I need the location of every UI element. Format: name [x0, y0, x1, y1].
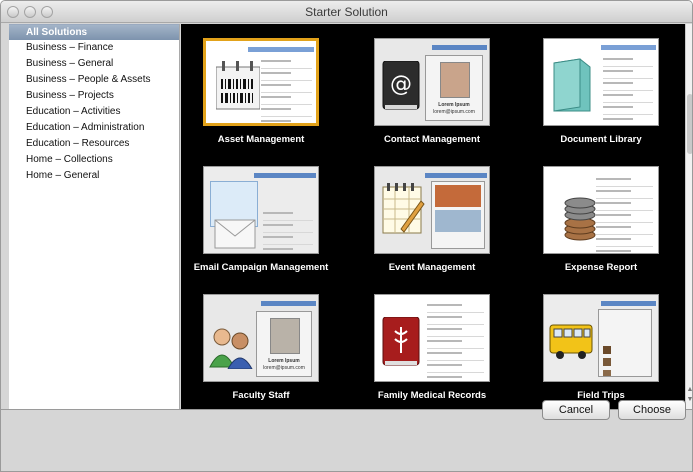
folder-icon [553, 58, 591, 112]
tile-label: Expense Report [564, 262, 638, 273]
tile-label: Family Medical Records [377, 390, 487, 401]
event-map [435, 210, 481, 232]
thumbnail[interactable] [374, 166, 490, 254]
scrollbar-thumb[interactable] [687, 94, 692, 154]
thumbnail[interactable] [203, 166, 319, 254]
thumbnail[interactable] [543, 166, 659, 254]
event-photo [435, 185, 481, 207]
sidebar-item-business-people-assets[interactable]: Business – People & Assets [9, 72, 179, 88]
card-email: lorem@ipsum.com [433, 109, 475, 115]
contact-card: Lorem Ipsum lorem@ipsum.com [425, 55, 483, 121]
thumbnail[interactable]: @ Lorem Ipsum lorem@ipsum.com [374, 38, 490, 126]
school-bus-icon [549, 324, 593, 359]
trip-card [598, 309, 652, 377]
choose-button[interactable]: Choose [618, 400, 686, 420]
row-photo [603, 346, 611, 354]
medical-book-icon [382, 317, 420, 366]
tile-label: Email Campaign Management [193, 262, 329, 273]
sidebar-item-business-general[interactable]: Business – General [9, 56, 179, 72]
tile-label: Contact Management [383, 134, 481, 145]
thumbnail[interactable] [203, 38, 319, 126]
at-sign-book-icon: @ [382, 61, 420, 110]
thumbnail[interactable] [374, 294, 490, 382]
card-email: lorem@ipsum.com [263, 365, 305, 371]
thumbnail[interactable] [543, 38, 659, 126]
thumbnail[interactable] [543, 294, 659, 382]
sidebar-item-business-finance[interactable]: Business – Finance [9, 40, 179, 56]
staff-card: Lorem Ipsum lorem@ipsum.com [256, 311, 312, 377]
svg-text:@: @ [390, 72, 412, 97]
card-name: Lorem Ipsum [438, 102, 470, 108]
window-title: Starter Solution [305, 5, 388, 19]
sidebar-item-education-administration[interactable]: Education – Administration [9, 120, 179, 136]
scroll-up-arrow-icon[interactable]: ▲ [686, 386, 692, 393]
coins-icon [564, 197, 596, 241]
envelope-icon [214, 219, 256, 249]
solution-gallery: Asset Management @ Lorem Ipsum lorem@ips… [181, 24, 685, 409]
category-sidebar: All Solutions Business – Finance Busines… [9, 24, 180, 409]
tile-label: Document Library [560, 134, 642, 145]
people-icon [209, 328, 253, 369]
staff-photo [270, 318, 300, 354]
sidebar-item-education-resources[interactable]: Education – Resources [9, 136, 179, 152]
thumbnail[interactable]: Lorem Ipsum lorem@ipsum.com [203, 294, 319, 382]
calendar-icon [382, 183, 425, 234]
sidebar-item-business-projects[interactable]: Business – Projects [9, 88, 179, 104]
tile-label: Asset Management [217, 134, 305, 145]
scroll-down-arrow-icon[interactable]: ▼ [686, 396, 692, 403]
sidebar-item-home-collections[interactable]: Home – Collections [9, 152, 179, 168]
title-bar: Starter Solution [1, 1, 692, 23]
sidebar-item-all-solutions[interactable]: All Solutions [9, 24, 179, 40]
contact-photo [440, 62, 470, 98]
card-name: Lorem Ipsum [268, 358, 300, 364]
barcode-icon [216, 61, 260, 110]
tile-label: Faculty Staff [232, 390, 290, 401]
gallery-scrollbar[interactable]: ▲ ▼ [685, 24, 692, 409]
sidebar-item-education-activities[interactable]: Education – Activities [9, 104, 179, 120]
sidebar-item-home-general[interactable]: Home – General [9, 168, 179, 184]
row-photo [603, 370, 611, 376]
tile-label: Event Management [388, 262, 476, 273]
starter-solution-window: Starter Solution All Solutions Business … [0, 0, 693, 472]
row-photo [603, 358, 611, 366]
event-card [431, 181, 485, 249]
cancel-button[interactable]: Cancel [542, 400, 610, 420]
